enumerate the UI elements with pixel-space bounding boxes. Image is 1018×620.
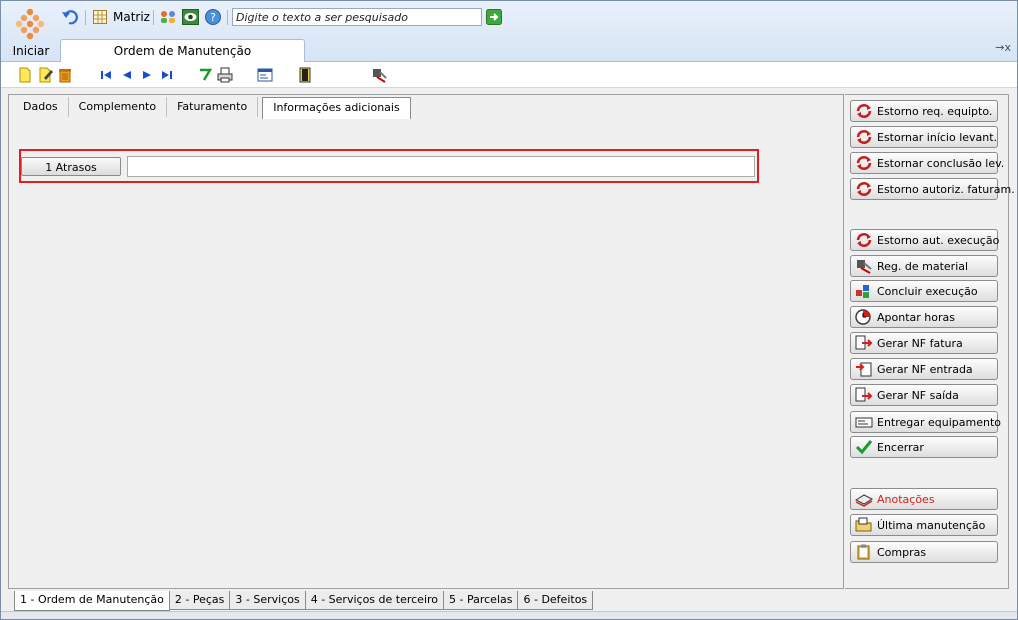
button-label: Compras	[877, 545, 927, 559]
apontar-horas-button[interactable]: Apontar horas	[850, 306, 998, 328]
reg-de-material-button[interactable]: Reg. de material	[850, 255, 998, 277]
start-label: Iniciar	[12, 44, 50, 58]
document-arrow-icon	[855, 335, 873, 350]
close-tab-icon[interactable]: →x	[995, 41, 1011, 54]
grid-icon[interactable]	[93, 10, 107, 24]
button-label: Encerrar	[877, 440, 924, 454]
button-label: Apontar horas	[877, 310, 955, 324]
gerar-nf-fatura-button[interactable]: Gerar NF fatura	[850, 332, 998, 354]
start-button[interactable]: Iniciar	[7, 5, 55, 61]
refresh-icon	[856, 182, 872, 196]
document-in-icon	[856, 362, 872, 377]
search-go-icon[interactable]	[486, 9, 502, 25]
matriz-label[interactable]: Matriz	[113, 10, 150, 24]
new-document-icon[interactable]	[17, 67, 33, 83]
tab-servicos[interactable]: 3 - Serviços	[229, 591, 306, 610]
concluir-execucao-button[interactable]: Concluir execução	[850, 280, 998, 302]
header-bar: Iniciar Matriz ? Ordem de Manutenção →x	[1, 1, 1017, 63]
delete-trash-icon[interactable]	[57, 67, 73, 83]
button-label: Entregar equipamento	[877, 415, 1002, 429]
tab-informacoes-adicionais[interactable]: Informações adicionais	[262, 97, 411, 119]
button-label: Estornar conclusão lev.	[877, 156, 1005, 170]
users-icon[interactable]	[160, 10, 176, 24]
search-input[interactable]	[232, 8, 482, 26]
atrasos-button-label: 1 Atrasos	[45, 161, 97, 174]
button-label: Concluir execução	[877, 284, 978, 298]
toolbar-separator	[227, 10, 228, 25]
first-record-icon[interactable]	[99, 67, 115, 83]
estorno-autoriz-faturam-button[interactable]: Estorno autoriz. faturam.	[850, 178, 1015, 200]
estornar-conclusao-lev-button[interactable]: Estornar conclusão lev.	[850, 152, 1004, 174]
edit-document-icon[interactable]	[38, 67, 54, 83]
button-label: Anotações	[877, 492, 935, 506]
window-form-icon[interactable]	[257, 67, 273, 83]
tab-faturamento[interactable]: Faturamento	[167, 97, 259, 117]
compras-button[interactable]: Compras	[850, 541, 998, 563]
gerar-nf-saida-button[interactable]: Gerar NF saída	[850, 384, 998, 406]
top-tabs: Dados Complemento Faturamento Informaçõe…	[13, 97, 411, 119]
ultima-manutencao-button[interactable]: Última manutenção	[850, 514, 998, 536]
print-icon[interactable]	[217, 67, 233, 83]
tab-complemento[interactable]: Complemento	[69, 97, 168, 117]
button-label: Gerar NF saída	[877, 388, 959, 402]
help-icon[interactable]: ?	[205, 9, 221, 25]
svg-text:?: ?	[210, 11, 216, 24]
exit-door-icon[interactable]	[297, 67, 313, 83]
estorno-aut-execucao-button[interactable]: Estorno aut. execução	[850, 229, 1000, 251]
refresh-icon	[856, 156, 872, 170]
tools-icon	[857, 260, 872, 274]
button-label: Reg. de material	[877, 259, 969, 273]
button-label: Gerar NF fatura	[877, 336, 963, 350]
last-record-icon[interactable]	[158, 67, 174, 83]
envelope-icon	[855, 417, 873, 428]
folder-icon	[855, 517, 872, 532]
eye-icon[interactable]	[182, 9, 199, 25]
estornar-inicio-levant-button[interactable]: Estornar início levant.	[850, 126, 998, 148]
undo-icon[interactable]	[61, 8, 79, 26]
app-logo-icon	[16, 8, 44, 40]
atrasos-field[interactable]	[127, 156, 755, 177]
toolbar-separator	[85, 10, 86, 25]
tab-defeitos[interactable]: 6 - Defeitos	[517, 591, 594, 610]
tab-ordem-de-manutencao-bottom[interactable]: 1 - Ordem de Manutenção	[14, 591, 170, 611]
button-label: Gerar NF entrada	[877, 362, 973, 376]
tab-pecas[interactable]: 2 - Peças	[168, 591, 231, 610]
clock-icon	[855, 309, 871, 325]
status-bar	[1, 611, 1017, 619]
notebook-icon	[855, 494, 873, 507]
estorno-req-equipto-button[interactable]: Estorno req. equipto.	[850, 100, 998, 122]
tab-servicos-de-terceiro[interactable]: 4 - Serviços de terceiro	[304, 591, 445, 610]
toolbar-separator	[153, 10, 154, 25]
tab-dados[interactable]: Dados	[13, 97, 69, 117]
check-icon	[855, 440, 873, 455]
tools-icon[interactable]	[371, 67, 387, 83]
refresh-icon	[856, 130, 872, 144]
next-record-icon[interactable]	[139, 67, 155, 83]
button-label: Última manutenção	[877, 518, 986, 532]
entregar-equipamento-button[interactable]: Entregar equipamento	[850, 411, 1002, 433]
side-actions-panel: Estorno req. equipto. Estornar início le…	[845, 94, 1015, 589]
anotacoes-button[interactable]: Anotações	[850, 488, 998, 510]
button-label: Estorno aut. execução	[877, 233, 1000, 247]
main-panel: Dados Complemento Faturamento Informaçõe…	[8, 94, 844, 589]
atrasos-button[interactable]: 1 Atrasos	[21, 157, 121, 176]
gerar-nf-entrada-button[interactable]: Gerar NF entrada	[850, 358, 998, 380]
blocks-icon	[856, 285, 869, 298]
button-label: Estorno autoriz. faturam.	[877, 182, 1015, 196]
refresh-icon	[856, 104, 872, 118]
refresh-icon	[856, 233, 872, 247]
tab-parcelas[interactable]: 5 - Parcelas	[443, 591, 519, 610]
encerrar-button[interactable]: Encerrar	[850, 436, 998, 458]
tab-ordem-de-manutencao[interactable]: Ordem de Manutenção	[60, 39, 305, 63]
button-label: Estorno req. equipto.	[877, 104, 993, 118]
previous-record-icon[interactable]	[119, 67, 135, 83]
filter-check-icon[interactable]	[198, 67, 214, 83]
document-out-icon	[855, 387, 873, 402]
button-label: Estornar início levant.	[877, 130, 998, 144]
bottom-tabs: 1 - Ordem de Manutenção 2 - Peças 3 - Se…	[14, 591, 594, 611]
toolbar	[1, 62, 1017, 88]
clipboard-icon	[857, 544, 870, 560]
